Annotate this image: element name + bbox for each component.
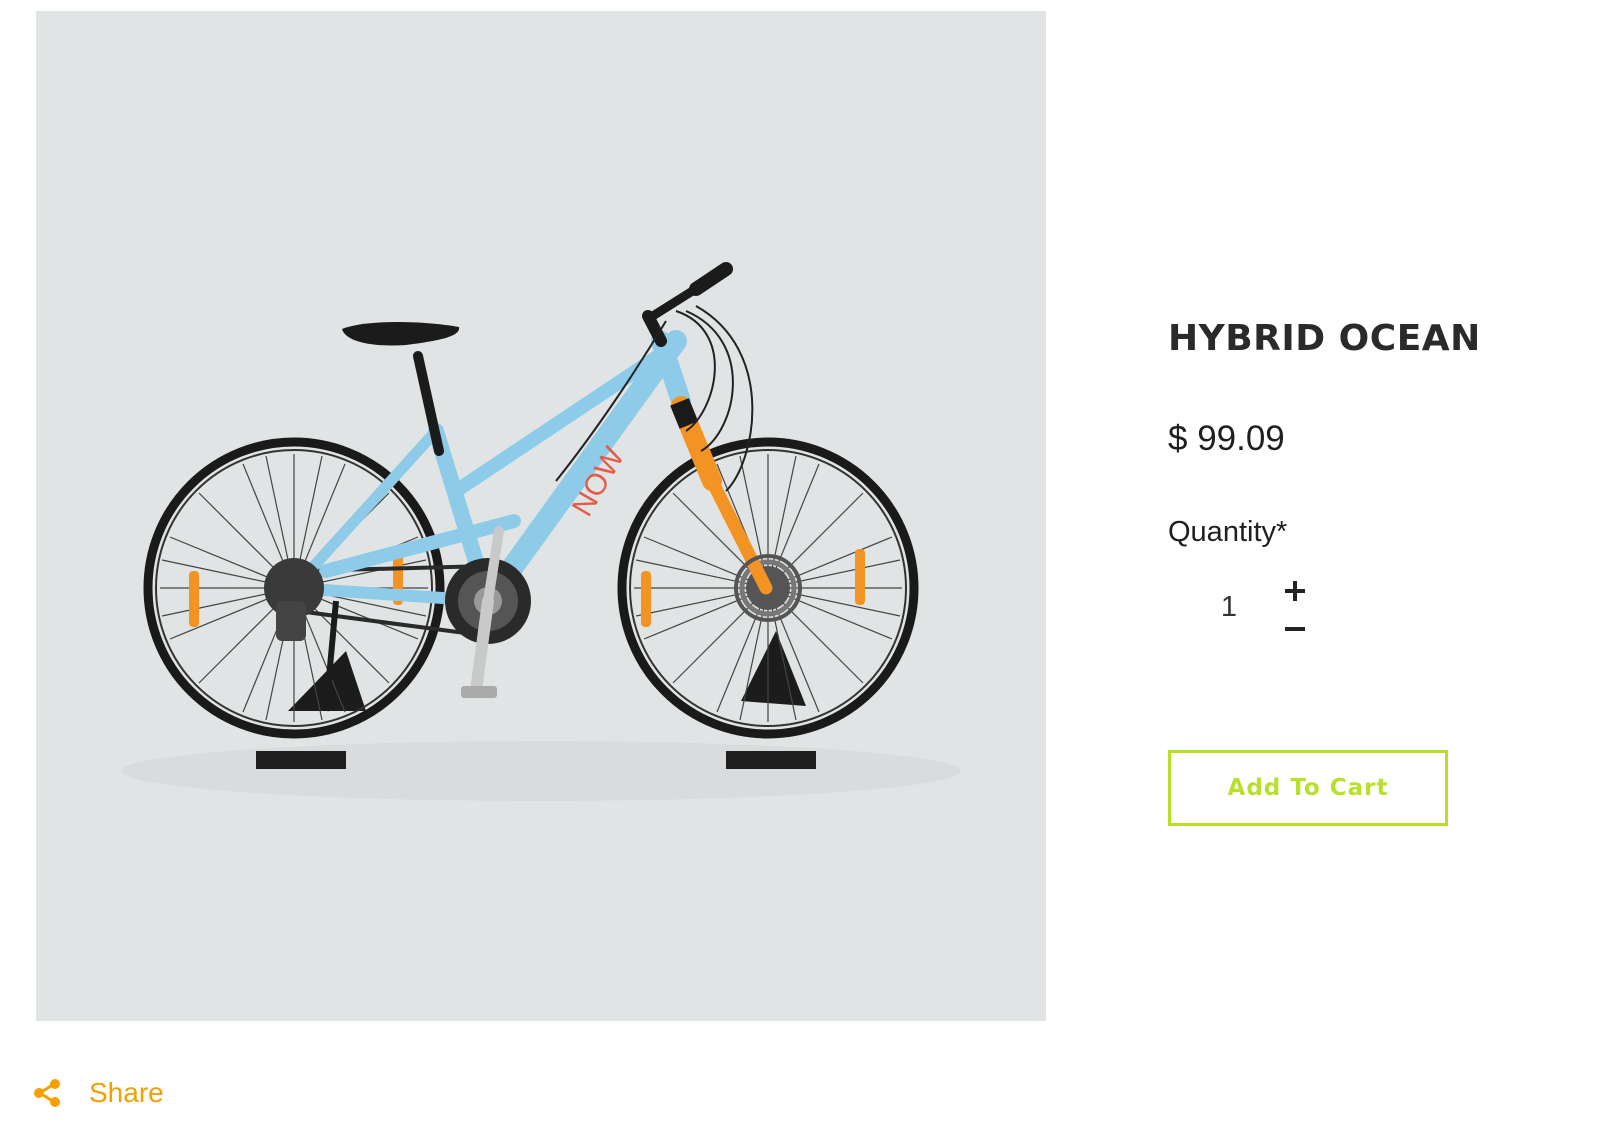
- share-label: Share: [89, 1077, 164, 1108]
- product-page: NOW HYBRID OCEAN $ 99.09 Quantity* 1 Add…: [0, 0, 1600, 1143]
- product-price: $ 99.09: [1168, 419, 1285, 458]
- product-title: HYBRID OCEAN: [1168, 318, 1481, 359]
- quantity-input[interactable]: [1214, 591, 1244, 624]
- add-to-cart-button[interactable]: Add To Cart: [1168, 750, 1448, 826]
- increment-button[interactable]: [1280, 576, 1310, 606]
- bicycle-illustration: NOW: [121, 262, 961, 801]
- quantity-label: Quantity*: [1168, 516, 1288, 548]
- product-image: NOW: [36, 11, 1046, 1021]
- minus-icon: [1285, 627, 1305, 631]
- share-icon: [34, 1079, 60, 1107]
- decrement-button[interactable]: [1280, 614, 1310, 644]
- plus-icon: [1285, 581, 1305, 601]
- share-link[interactable]: Share: [32, 1077, 164, 1109]
